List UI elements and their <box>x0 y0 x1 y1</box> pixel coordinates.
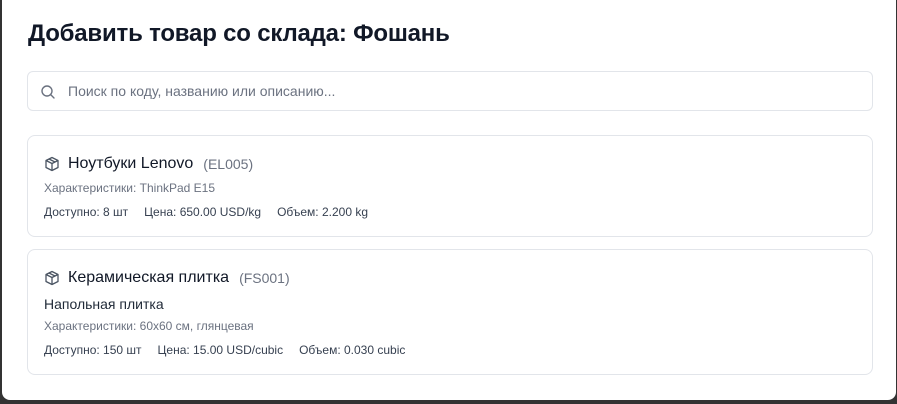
product-description: Напольная плитка <box>44 296 164 312</box>
product-price: Цена: 15.00 USD/cubic <box>157 343 284 357</box>
search-input[interactable] <box>68 72 858 110</box>
add-product-dialog: Добавить товар со склада: Фошань Ноутбук… <box>2 0 896 400</box>
product-specs: Характеристики: 60х60 см, глянцевая <box>44 319 254 333</box>
product-header: Керамическая плитка (FS001) <box>44 269 290 287</box>
product-volume: Объем: 2.200 kg <box>277 205 369 219</box>
product-card-fs001[interactable]: Керамическая плитка (FS001) Напольная пл… <box>27 249 873 375</box>
product-header: Ноутбуки Lenovo (EL005) <box>44 155 253 173</box>
product-code: (EL005) <box>203 156 254 172</box>
product-price: Цена: 650.00 USD/kg <box>144 205 262 219</box>
product-meta: Доступно: 8 шт Цена: 650.00 USD/kg Объем… <box>44 205 384 219</box>
product-meta: Доступно: 150 шт Цена: 15.00 USD/cubic О… <box>44 343 421 357</box>
product-available: Доступно: 8 шт <box>44 205 129 219</box>
package-icon <box>44 270 60 286</box>
product-code: (FS001) <box>239 270 290 286</box>
product-name: Ноутбуки Lenovo <box>68 155 194 172</box>
search-icon <box>40 84 56 100</box>
search-field[interactable] <box>27 71 873 111</box>
product-specs: Характеристики: ThinkPad E15 <box>44 181 216 195</box>
product-volume: Объем: 0.030 cubic <box>299 343 406 357</box>
product-name: Керамическая плитка <box>68 269 230 286</box>
dialog-title: Добавить товар со склада: Фошань <box>28 20 450 47</box>
package-icon <box>44 156 60 172</box>
product-card-el005[interactable]: Ноутбуки Lenovo (EL005) Характеристики: … <box>27 135 873 237</box>
product-available: Доступно: 150 шт <box>44 343 142 357</box>
